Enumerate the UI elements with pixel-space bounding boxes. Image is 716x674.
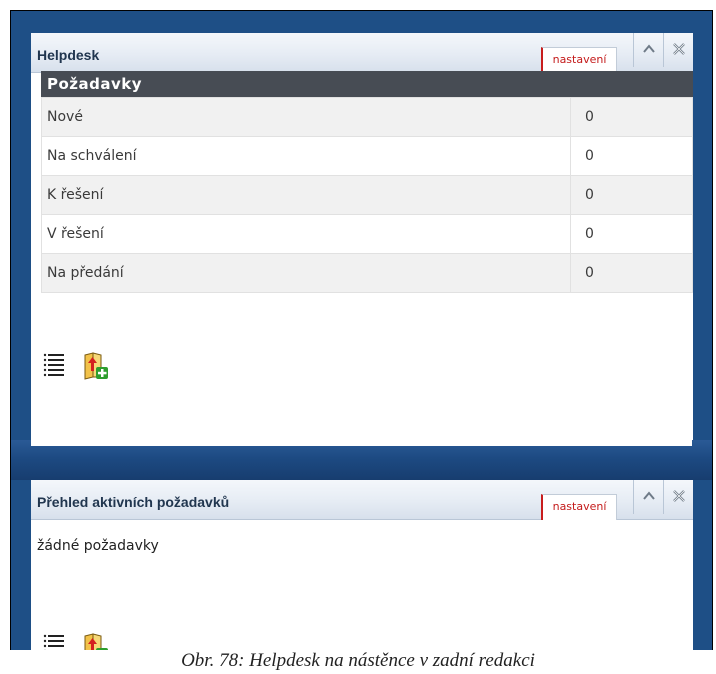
row-count: 0 bbox=[570, 136, 693, 176]
helpdesk-portlet: Helpdesk nastavení Požadavky Nové 0 Na sch… bbox=[31, 33, 693, 440]
requests-table: Nové 0 Na schválení 0 K řešení 0 V řešení 0 Na p… bbox=[41, 97, 693, 293]
table-row: Nové 0 bbox=[41, 97, 693, 137]
row-count: 0 bbox=[570, 214, 693, 254]
row-label: Na schválení bbox=[41, 136, 571, 176]
collapse-button[interactable] bbox=[633, 33, 663, 67]
active-requests-portlet: Přehled aktivních požadavků nastavení žá… bbox=[31, 480, 693, 650]
left-band bbox=[11, 33, 31, 650]
portlet-actions bbox=[43, 351, 109, 381]
table-row: V řešení 0 bbox=[41, 214, 693, 254]
row-count: 0 bbox=[570, 253, 693, 293]
close-button[interactable] bbox=[663, 480, 693, 514]
list-icon[interactable] bbox=[43, 351, 65, 381]
separator-band bbox=[11, 440, 712, 480]
empty-message: žádné požadavky bbox=[37, 538, 159, 554]
close-icon bbox=[672, 43, 685, 55]
table-row: Na předání 0 bbox=[41, 253, 693, 293]
row-label: V řešení bbox=[41, 214, 571, 254]
close-icon bbox=[672, 490, 685, 502]
row-label: K řešení bbox=[41, 175, 571, 215]
row-count: 0 bbox=[570, 97, 693, 137]
chevron-up-icon bbox=[642, 491, 655, 500]
row-label: Na předání bbox=[41, 253, 571, 293]
chevron-up-icon bbox=[642, 44, 655, 53]
portlet-header: Přehled aktivních požadavků nastavení bbox=[31, 480, 693, 520]
figure-caption: Obr. 78: Helpdesk na nástěnce v zadní re… bbox=[181, 650, 535, 671]
dashboard-frame: Helpdesk nastavení Požadavky Nové 0 Na sch… bbox=[10, 10, 713, 650]
add-request-icon[interactable] bbox=[83, 351, 109, 381]
table-row: K řešení 0 bbox=[41, 175, 693, 215]
right-band bbox=[692, 33, 712, 650]
portlet-title: Helpdesk bbox=[37, 47, 100, 63]
row-label: Nové bbox=[41, 97, 571, 137]
close-button[interactable] bbox=[663, 33, 693, 67]
section-title: Požadavky bbox=[41, 71, 693, 97]
portlet-title: Přehled aktivních požadavků bbox=[37, 494, 230, 510]
settings-tab[interactable]: nastavení bbox=[541, 494, 617, 520]
settings-tab[interactable]: nastavení bbox=[541, 47, 617, 73]
portlet-header: Helpdesk nastavení bbox=[31, 33, 693, 73]
collapse-button[interactable] bbox=[633, 480, 663, 514]
row-count: 0 bbox=[570, 175, 693, 215]
table-row: Na schválení 0 bbox=[41, 136, 693, 176]
top-band bbox=[11, 11, 712, 33]
